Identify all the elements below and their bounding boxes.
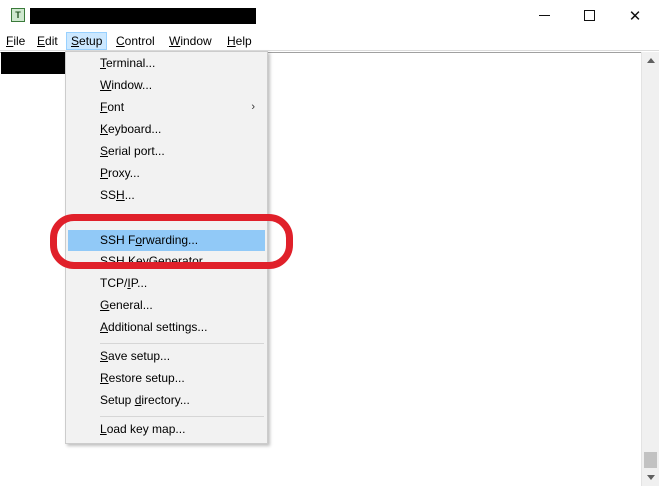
menu-item-save-label: ave setup... bbox=[108, 349, 171, 363]
menu-item-general-mnemonic: G bbox=[100, 298, 110, 312]
maximize-icon bbox=[583, 10, 595, 21]
menu-item-restore-label: estore setup... bbox=[108, 371, 185, 385]
menu-help[interactable]: Help bbox=[223, 32, 256, 50]
menu-item-setup-directory[interactable]: Setup directory... bbox=[68, 390, 265, 411]
menu-item-restore-mnemonic: R bbox=[100, 371, 109, 385]
menu-item-additional-settings[interactable]: Additional settings... bbox=[68, 317, 265, 338]
menu-control[interactable]: Control bbox=[112, 32, 159, 50]
menu-file[interactable]: File bbox=[2, 32, 29, 50]
menu-item-loadkey-label: oad key map... bbox=[106, 422, 186, 436]
menu-item-setupdir-prefix: Setup bbox=[100, 393, 135, 407]
menu-window-mnemonic: W bbox=[169, 34, 181, 48]
menu-help-mnemonic: H bbox=[227, 34, 236, 48]
minimize-icon bbox=[538, 15, 550, 16]
menu-item-terminal[interactable]: Terminal... bbox=[68, 53, 265, 74]
menu-item-serial-port[interactable]: Serial port... bbox=[68, 141, 265, 162]
menu-item-keyboard-mnemonic: K bbox=[100, 122, 109, 136]
menu-item-restore-setup[interactable]: Restore setup... bbox=[68, 368, 265, 389]
menu-item-setupdir-label: irectory... bbox=[141, 393, 190, 407]
menu-file-label: ile bbox=[13, 34, 26, 48]
scroll-down-button[interactable] bbox=[642, 469, 659, 486]
menu-item-ssh[interactable]: SSH... bbox=[68, 185, 265, 206]
menu-item-font[interactable]: Font › bbox=[68, 97, 265, 118]
window-title-redacted bbox=[30, 8, 256, 24]
menu-item-ssh-prefix: SS bbox=[100, 188, 117, 202]
close-icon: ✕ bbox=[628, 7, 642, 25]
menu-edit-label: dit bbox=[45, 34, 58, 48]
menu-item-tcpip-prefix: TCP/ bbox=[100, 276, 128, 290]
menu-item-proxy-mnemonic: P bbox=[100, 166, 109, 180]
menu-item-ssh-mnemonic: H bbox=[116, 188, 125, 202]
menu-item-keyboard[interactable]: Keyboard... bbox=[68, 119, 265, 140]
vertical-scrollbar[interactable] bbox=[641, 52, 659, 486]
menu-item-proxy-label: roxy... bbox=[108, 166, 140, 180]
scroll-up-button[interactable] bbox=[642, 52, 659, 69]
menu-item-proxy[interactable]: Proxy... bbox=[68, 163, 265, 184]
menu-control-label: ontrol bbox=[124, 34, 155, 48]
menu-item-ssh-label: ... bbox=[124, 188, 135, 202]
menu-item-font-label: ont bbox=[107, 100, 125, 114]
menu-item-general-label: eneral... bbox=[109, 298, 153, 312]
menu-separator bbox=[100, 416, 264, 417]
menu-edit[interactable]: Edit bbox=[33, 32, 62, 50]
terminal-redacted-text bbox=[1, 52, 65, 74]
app-icon[interactable]: T bbox=[11, 8, 25, 22]
title-bar: T ✕ bbox=[0, 0, 659, 31]
menu-window[interactable]: Window bbox=[165, 32, 216, 50]
maximize-button[interactable] bbox=[566, 0, 612, 31]
menu-edit-mnemonic: E bbox=[37, 34, 46, 48]
menu-item-serial-label: erial port... bbox=[108, 144, 165, 158]
menu-help-label: elp bbox=[235, 34, 252, 48]
scroll-down-icon bbox=[646, 475, 655, 480]
minimize-button[interactable] bbox=[521, 0, 567, 31]
menu-item-general[interactable]: General... bbox=[68, 295, 265, 316]
menu-item-save-mnemonic: S bbox=[100, 349, 109, 363]
scroll-thumb[interactable] bbox=[644, 452, 657, 468]
menu-item-save-setup[interactable]: Save setup... bbox=[68, 346, 265, 367]
menu-item-window[interactable]: Window... bbox=[68, 75, 265, 96]
menu-item-additional-mnemonic: A bbox=[100, 320, 109, 334]
menu-item-serial-mnemonic: S bbox=[100, 144, 109, 158]
menu-setup-label: etup bbox=[79, 34, 103, 48]
menu-bar: File Edit Setup Control Window Help bbox=[0, 31, 659, 51]
menu-item-loadkey-mnemonic: L bbox=[100, 422, 107, 436]
annotation-highlight-ring bbox=[50, 214, 293, 269]
close-button[interactable]: ✕ bbox=[612, 0, 658, 31]
menu-item-keyboard-label: eyboard... bbox=[108, 122, 162, 136]
menu-item-tcpip[interactable]: TCP/IP... bbox=[68, 273, 265, 294]
menu-setup[interactable]: Setup bbox=[66, 32, 108, 50]
menu-setup-mnemonic: S bbox=[71, 34, 80, 48]
chevron-right-icon: › bbox=[251, 101, 255, 113]
menu-item-tcpip-label: P... bbox=[130, 276, 148, 290]
menu-item-window-mnemonic: W bbox=[100, 78, 112, 92]
menu-control-mnemonic: C bbox=[116, 34, 125, 48]
menu-item-terminal-label: erminal... bbox=[106, 56, 156, 70]
scroll-up-icon bbox=[646, 58, 655, 63]
menu-item-additional-label: dditional settings... bbox=[108, 320, 208, 334]
menu-separator bbox=[100, 343, 264, 344]
menu-item-window-label: indow... bbox=[111, 78, 153, 92]
menu-item-load-key-map[interactable]: Load key map... bbox=[68, 419, 265, 440]
menu-window-label: indow bbox=[180, 34, 212, 48]
